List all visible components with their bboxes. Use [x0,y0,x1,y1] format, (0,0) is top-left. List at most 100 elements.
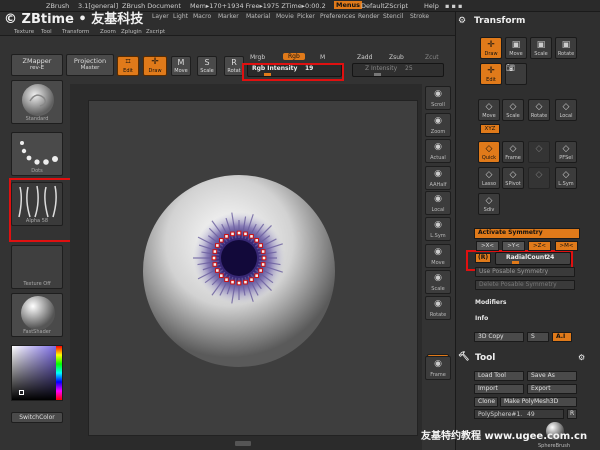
tray-move-button[interactable]: ▣ Move [505,37,527,59]
submenu-zoom[interactable]: Zoom [100,29,116,35]
shelf-move-button[interactable]: ◉ Move [425,244,451,268]
tray-local-row2-button[interactable]: ◇ Local [555,99,577,121]
canvas-scroll-handle[interactable] [235,441,251,446]
help-button[interactable]: Help [424,2,439,10]
activate-symmetry-button[interactable]: Activate Symmetry [474,228,580,239]
submenu-zplugin[interactable]: Zplugin [121,29,142,35]
menu-render[interactable]: Render [358,13,379,20]
tool-header[interactable]: Tool [475,353,495,363]
ai-button[interactable]: A.I [552,332,572,342]
material-thumbnail[interactable]: Standard [11,80,63,124]
make-polymesh-button[interactable]: Make PolyMesh3D [500,397,577,407]
stroke-thumbnail[interactable]: Dots [11,132,63,176]
projection-master-button[interactable]: Projection Master [66,54,114,76]
s-button[interactable]: S [527,332,549,342]
tray-xyz-button[interactable]: XYZ [480,124,500,134]
color-picker[interactable] [11,345,63,401]
symmetry-axis-x-toggle[interactable]: >X< [476,241,499,251]
import-button[interactable]: Import [474,384,524,394]
polysphere-slider[interactable]: PolySphere#1. 49 [474,409,564,419]
symmetry-axis-y-toggle[interactable]: >Y< [502,241,525,251]
tray-rotate-button[interactable]: ▣ Rotate [555,37,577,59]
shelf-scroll-button[interactable]: ◉ Scroll [425,86,451,110]
symmetry-axis-m-toggle[interactable]: >M< [555,241,578,251]
save-as-button[interactable]: Save As [527,371,577,381]
menu-marker[interactable]: Marker [218,13,239,20]
r-button[interactable]: R [567,409,577,419]
shelf-actual-button[interactable]: ◉ Actual [425,139,451,163]
switch-color-button[interactable]: SwitchColor [11,412,63,423]
tray-edit-button[interactable]: ✛ Edit [480,63,502,85]
menu-macro[interactable]: Macro [193,13,211,20]
tray-scale-button[interactable]: ▣ Scale [530,37,552,59]
draw-button[interactable]: ✛ Draw [143,56,167,76]
default-zscript[interactable]: DefaultZScript [361,2,408,10]
menu-layer[interactable]: Layer [152,13,169,20]
shelf-scale-button[interactable]: ◉ Scale [425,270,451,294]
tray-scale-row2-button[interactable]: ◇ Scale [502,99,524,121]
clone-button[interactable]: Clone [474,397,498,407]
mrgb-toggle[interactable]: Mrgb [250,54,265,61]
tray-pfsel-row3-button[interactable]: ◇ PFSel [555,141,577,163]
menu-movie[interactable]: Movie [276,13,294,20]
z-intensity-knob[interactable] [373,73,381,76]
zmapper-button[interactable]: ZMapper rev-E [11,54,63,76]
tray-sdiv-row5-button[interactable]: ◇ Sdiv [478,193,500,215]
3d-copy-button[interactable]: 3D Copy [474,332,524,342]
window-controls[interactable]: ▪ ▪ ▪ [445,2,462,10]
menu-stencil[interactable]: Stencil [383,13,403,20]
tray-spivot-row4-button[interactable]: ◇ SPivot [502,167,524,189]
zadd-toggle[interactable]: Zadd [357,54,372,61]
document-canvas[interactable] [88,100,418,436]
rgb-toggle[interactable]: Rgb [283,53,305,60]
rotate-button[interactable]: R Rotat [224,56,244,76]
menu-material[interactable]: Material [246,13,270,20]
tray-lasso-row4-button[interactable]: ◇ Lasso [478,167,500,189]
delete-posable-symmetry-button[interactable]: Delete Posable Symmetry [475,280,575,290]
info-section[interactable]: Info [475,315,488,322]
zsub-toggle[interactable]: Zsub [389,54,404,61]
z-intensity-slider[interactable]: Z Intensity 25 [352,63,444,77]
color-cursor[interactable] [19,390,24,395]
submenu-transform[interactable]: Transform [62,29,89,35]
tray-draw-button[interactable]: ✛ Draw [480,37,502,59]
flat-shader-thumbnail[interactable]: FastShader [11,293,63,337]
scale-button[interactable]: S Scale [197,56,217,76]
modifiers-section[interactable]: Modifiers [475,299,507,306]
zcut-toggle[interactable]: Zcut [425,54,439,61]
symmetry-axis-z-toggle[interactable]: >Z< [528,241,551,251]
tool-hammer-icon[interactable]: 🔨︎ [458,352,469,362]
shelf-rotate-button[interactable]: ◉ Rotate [425,296,451,320]
tray-lsym-row4-button[interactable]: ◇ L.Sym [555,167,577,189]
menu-preferences[interactable]: Preferences [320,13,355,20]
menus-toggle[interactable]: Menus [334,1,363,9]
menu-stroke[interactable]: Stroke [410,13,429,20]
shelf-aahalf-button[interactable]: ◉ AAHalf [425,166,451,190]
tray-quick-row3-button[interactable]: ◇ Quick [478,141,500,163]
tray-blank-row3-button[interactable]: ◇ [528,141,550,163]
camera-icon[interactable]: 📷︎ [505,63,527,85]
transform-gear-icon[interactable]: ⚙ [458,16,466,26]
texture-thumbnail[interactable]: Texture Off [11,245,63,289]
load-tool-button[interactable]: Load Tool [474,371,524,381]
shelf-zoom-button[interactable]: ◉ Zoom [425,113,451,137]
tray-rotate-row2-button[interactable]: ◇ Rotate [528,99,550,121]
hue-bar[interactable] [56,346,62,400]
export-button[interactable]: Export [527,384,577,394]
tray-frame-row3-button[interactable]: ◇ Frame [502,141,524,163]
edit-button[interactable]: ⌗ Edit [117,56,139,76]
shelf-local-button[interactable]: ◉ Local [425,191,451,215]
shelf-lsym-button[interactable]: ◉ L.Sym [425,217,451,241]
use-posable-symmetry-button[interactable]: Use Posable Symmetry [475,267,575,277]
tool-gear-icon[interactable]: ⚙ [578,353,585,362]
tray-move-row2-button[interactable]: ◇ Move [478,99,500,121]
submenu-texture[interactable]: Texture [14,29,34,35]
transform-header[interactable]: Transform [474,16,525,26]
menu-picker[interactable]: Picker [297,13,315,20]
tray-blank-row4-button[interactable]: ◇ [528,167,550,189]
m-toggle[interactable]: M [320,54,325,61]
submenu-zscript[interactable]: Zscript [146,29,165,35]
submenu-tool[interactable]: Tool [41,29,52,35]
move-button[interactable]: M Move [171,56,191,76]
menu-light[interactable]: Light [173,13,188,20]
